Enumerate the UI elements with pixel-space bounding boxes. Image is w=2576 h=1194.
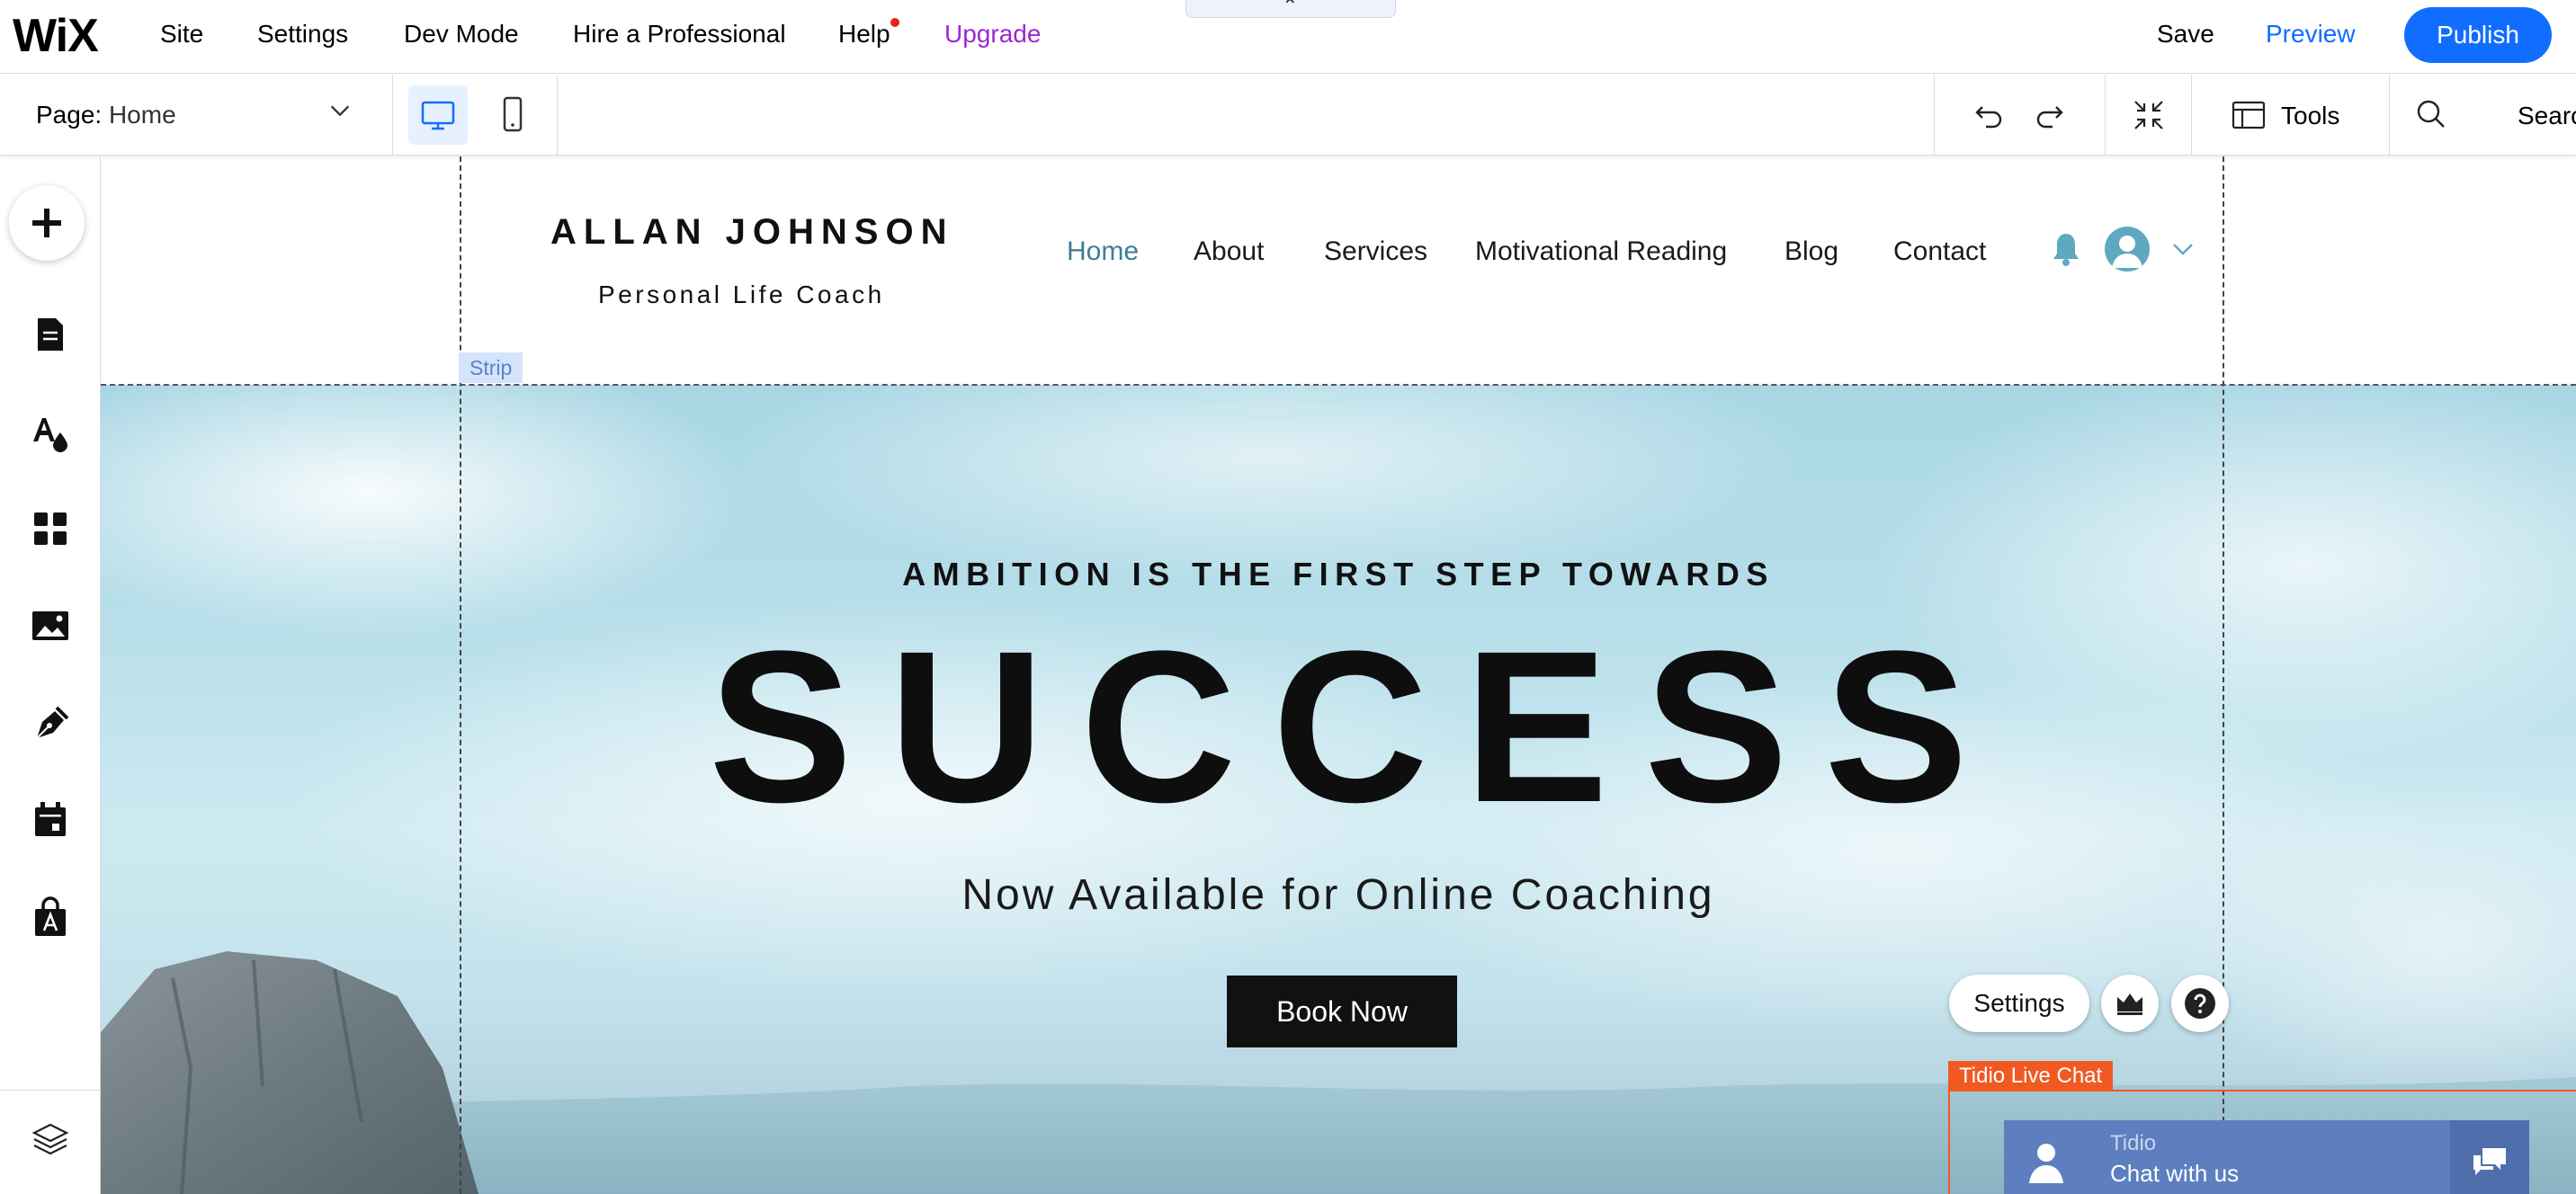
search-icon — [2417, 100, 2445, 128]
user-icon — [2112, 236, 2142, 268]
undo-icon[interactable] — [1970, 96, 2009, 136]
notification-bell-icon[interactable] — [2049, 230, 2083, 268]
premium-button[interactable] — [2101, 975, 2159, 1032]
strip-label: Strip — [459, 352, 523, 383]
menu-upgrade[interactable]: Upgrade — [944, 20, 1041, 49]
media-icon — [32, 611, 68, 640]
layout-guide-right — [2223, 156, 2224, 1194]
hero-title[interactable]: SUCCESS — [101, 619, 2576, 834]
menu-help[interactable]: Help — [838, 20, 890, 49]
zoom-out-icon[interactable] — [2128, 94, 2169, 136]
wix-logo[interactable]: WiX — [13, 9, 99, 63]
tools-button[interactable]: Tools — [2231, 94, 2357, 136]
site-nav-home[interactable]: Home — [1067, 236, 1139, 267]
store-bag-icon — [35, 896, 66, 936]
blog-button[interactable] — [14, 687, 86, 759]
tidio-message: Chat with us — [2110, 1160, 2240, 1187]
page-selector[interactable]: Page: Home — [0, 75, 393, 156]
apps-icon — [34, 512, 67, 545]
mobile-icon — [503, 96, 523, 132]
page-selector-text: Page: Home — [36, 101, 176, 129]
collapse-toolbar-tab[interactable]: ⌃ — [1185, 0, 1396, 18]
editor-left-sidebar — [0, 156, 101, 1194]
layers-icon — [31, 1123, 69, 1155]
help-icon — [2185, 988, 2215, 1019]
redo-icon[interactable] — [2029, 96, 2069, 136]
open-chat-button[interactable] — [2450, 1120, 2529, 1194]
add-icon — [32, 209, 61, 237]
page-label: Page: — [36, 101, 103, 129]
book-now-button[interactable]: Book Now — [1227, 976, 1457, 1047]
hero-subtitle[interactable]: Now Available for Online Coaching — [101, 870, 2576, 920]
site-nav-blog[interactable]: Blog — [1784, 236, 1838, 267]
help-notification-dot — [890, 18, 899, 27]
save-button[interactable]: Save — [2157, 20, 2214, 49]
toolbar-divider — [2105, 75, 2106, 156]
editor-canvas[interactable]: ALLAN JOHNSON Personal Life Coach Home A… — [101, 156, 2576, 1194]
layout-guide-left — [460, 156, 461, 1194]
tools-label: Tools — [2281, 102, 2340, 129]
chevron-up-icon: ⌃ — [1282, 0, 1299, 17]
search-label: Search — [2518, 102, 2576, 129]
device-switcher — [393, 75, 558, 156]
desktop-view-button[interactable] — [408, 85, 468, 145]
site-nav-motivational-reading[interactable]: Motivational Reading — [1475, 236, 1727, 267]
bookings-calendar-icon — [35, 802, 66, 836]
crown-icon — [2117, 994, 2142, 1015]
search-button[interactable]: Search — [2413, 94, 2576, 136]
site-tagline[interactable]: Personal Life Coach — [598, 281, 885, 309]
member-avatar[interactable] — [2105, 227, 2150, 272]
editor-toolbar: Page: Home Tools Sear — [0, 75, 2576, 156]
tools-panel-icon — [2232, 101, 2266, 129]
publish-button[interactable]: Publish — [2404, 7, 2552, 63]
hero-kicker-text[interactable]: AMBITION IS THE FIRST STEP TOWARDS — [101, 556, 2576, 593]
chat-bubbles-icon — [2473, 1148, 2506, 1175]
chevron-down-icon — [330, 105, 350, 117]
site-title[interactable]: ALLAN JOHNSON — [550, 212, 953, 253]
menu-site[interactable]: Site — [160, 20, 203, 49]
site-nav-contact[interactable]: Contact — [1893, 236, 1986, 267]
desktop-icon — [421, 101, 455, 130]
design-icon — [33, 418, 67, 452]
page-value: Home — [108, 101, 176, 129]
site-design-button[interactable] — [14, 397, 86, 469]
toolbar-divider — [1934, 75, 1935, 156]
layers-section — [0, 1090, 101, 1194]
agent-avatar-icon — [2029, 1144, 2063, 1183]
media-button[interactable] — [14, 590, 86, 662]
editor-top-bar: WiX Site Settings Dev Mode Hire a Profes… — [0, 0, 2576, 74]
element-settings-button[interactable]: Settings — [1949, 975, 2089, 1032]
pages-icon — [38, 318, 63, 351]
help-button[interactable] — [2171, 975, 2229, 1032]
toolbar-divider — [2191, 75, 2192, 156]
store-button[interactable] — [14, 881, 86, 953]
hero-strip[interactable]: AMBITION IS THE FIRST STEP TOWARDS SUCCE… — [101, 385, 2576, 1194]
toolbar-divider — [2389, 75, 2390, 156]
mobile-view-button[interactable] — [483, 85, 542, 145]
blog-pen-icon — [36, 706, 69, 739]
site-header[interactable]: ALLAN JOHNSON Personal Life Coach Home A… — [101, 156, 2576, 385]
apps-button[interactable] — [14, 493, 86, 565]
preview-button[interactable]: Preview — [2266, 20, 2356, 49]
menu-settings[interactable]: Settings — [257, 20, 348, 49]
add-elements-button[interactable] — [9, 185, 85, 261]
strip-boundary-line — [101, 384, 2576, 386]
tidio-chat-widget[interactable]: Tidio Chat with us — [2004, 1120, 2529, 1194]
menu-hire-professional[interactable]: Hire a Professional — [573, 20, 786, 49]
pages-menu-button[interactable] — [14, 298, 86, 370]
layers-button[interactable] — [14, 1103, 86, 1175]
tidio-name: Tidio — [2110, 1131, 2157, 1155]
site-nav-services[interactable]: Services — [1324, 236, 1427, 267]
tidio-live-chat-label: Tidio Live Chat — [1948, 1061, 2114, 1092]
bookings-button[interactable] — [14, 784, 86, 856]
chevron-down-icon[interactable] — [2169, 236, 2196, 263]
site-nav-about[interactable]: About — [1194, 236, 1264, 267]
menu-dev-mode[interactable]: Dev Mode — [404, 20, 519, 49]
